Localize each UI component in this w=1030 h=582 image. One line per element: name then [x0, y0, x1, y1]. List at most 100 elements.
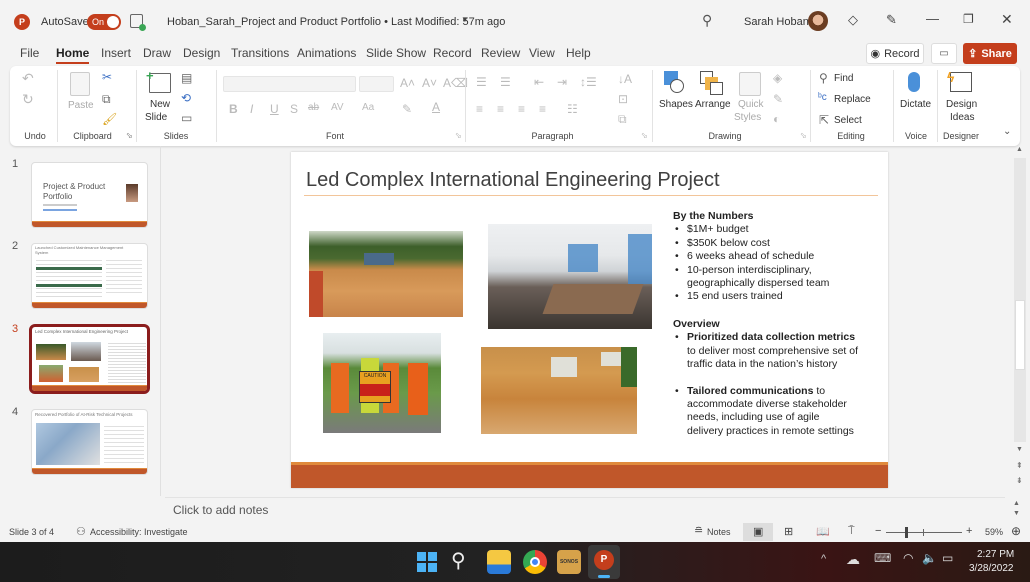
chrome-icon[interactable]: [523, 550, 547, 574]
dialog-launcher-icon[interactable]: ⬂: [126, 131, 133, 140]
tab-slide-show[interactable]: Slide Show: [366, 46, 426, 60]
pen-sparkle-icon[interactable]: ✎: [886, 12, 897, 28]
zoom-slider-thumb[interactable]: [905, 527, 909, 538]
shape-outline-icon[interactable]: ✎: [773, 92, 783, 106]
save-icon[interactable]: [130, 14, 146, 31]
align-center-icon[interactable]: ≡: [497, 102, 504, 116]
shapes-icon[interactable]: [664, 71, 686, 95]
shape-fill-icon[interactable]: ◈: [773, 71, 782, 85]
scroll-down-icon[interactable]: ▼: [1016, 446, 1023, 453]
dialog-launcher-icon[interactable]: ⬂: [641, 131, 648, 140]
decrease-indent-icon[interactable]: ⇤: [534, 75, 544, 89]
new-slide-icon[interactable]: +: [146, 68, 171, 93]
restore-icon[interactable]: ❐: [963, 12, 974, 26]
align-text-icon[interactable]: ⊡: [618, 92, 628, 106]
zoom-in-button[interactable]: +: [966, 525, 972, 537]
avatar[interactable]: [808, 11, 828, 31]
highlight-icon[interactable]: ✎: [402, 102, 412, 116]
photo-team-caution-sign[interactable]: CAUTION: [323, 333, 441, 433]
tab-transitions[interactable]: Transitions: [231, 46, 289, 60]
volume-icon[interactable]: 🔈: [922, 551, 937, 565]
document-title[interactable]: Hoban_Sarah_Project and Product Portfoli…: [167, 16, 505, 28]
layout-icon[interactable]: ▤: [181, 71, 192, 85]
collapse-ribbon-icon[interactable]: ⌄: [1003, 126, 1011, 137]
comments-button[interactable]: ▭: [931, 43, 957, 64]
italic-button[interactable]: I: [250, 102, 253, 116]
line-spacing-icon[interactable]: ↕☰: [580, 75, 597, 89]
sonos-icon[interactable]: SONOS: [557, 550, 581, 574]
bold-button[interactable]: B: [229, 102, 238, 116]
slide-title[interactable]: Led Complex International Engineering Pr…: [306, 169, 720, 192]
cut-icon[interactable]: ✂: [102, 70, 112, 84]
tab-review[interactable]: Review: [481, 46, 520, 60]
tab-help[interactable]: Help: [566, 46, 591, 60]
panel-divider[interactable]: [160, 146, 161, 496]
font-color-icon[interactable]: A: [432, 100, 440, 114]
slide-thumbnail-4[interactable]: Recovered Portfolio of At-Risk Technical…: [31, 409, 148, 475]
arrange-icon[interactable]: [700, 71, 724, 95]
scroll-up-icon[interactable]: ▲: [1016, 146, 1023, 153]
change-case-button[interactable]: Aa: [362, 102, 374, 113]
justify-icon[interactable]: ≡: [539, 102, 546, 116]
align-right-icon[interactable]: ≡: [518, 102, 525, 116]
tab-record[interactable]: Record: [433, 46, 472, 60]
find-icon[interactable]: ⚲: [819, 71, 828, 85]
photo-meeting-room[interactable]: [488, 224, 652, 329]
battery-icon[interactable]: ▭: [942, 551, 953, 565]
section-icon[interactable]: ▭: [181, 111, 192, 125]
file-explorer-icon[interactable]: [487, 550, 511, 574]
notes-scroll-down-icon[interactable]: ▼: [1013, 510, 1020, 517]
character-spacing-button[interactable]: AV: [331, 102, 344, 113]
accessibility-icon[interactable]: ⚇: [76, 525, 86, 538]
font-name-dropdown[interactable]: [223, 76, 356, 92]
paste-icon[interactable]: [70, 72, 90, 96]
increase-font-icon[interactable]: A˄: [400, 76, 415, 90]
slide-thumbnail-1[interactable]: Project & Product Portfolio: [31, 162, 148, 228]
dialog-launcher-icon[interactable]: ⬂: [455, 131, 462, 140]
tab-home[interactable]: Home: [56, 46, 90, 64]
tab-draw[interactable]: Draw: [143, 46, 171, 60]
tab-animations[interactable]: Animations: [297, 46, 356, 60]
zoom-slider[interactable]: [886, 532, 962, 533]
show-hidden-icons[interactable]: ^: [821, 553, 826, 565]
close-icon[interactable]: ✕: [1001, 11, 1013, 28]
reading-view-icon[interactable]: 📖: [816, 525, 830, 538]
select-icon[interactable]: ⇱: [819, 113, 829, 127]
dictate-button[interactable]: Dictate: [900, 99, 931, 110]
tab-view[interactable]: View: [529, 46, 555, 60]
numbering-icon[interactable]: ☰: [500, 75, 511, 89]
notes-placeholder[interactable]: Click to add notes: [173, 503, 268, 517]
normal-view-button[interactable]: ▣: [743, 523, 773, 541]
share-button[interactable]: ⇪ Share: [963, 43, 1017, 64]
tab-design[interactable]: Design: [183, 46, 220, 60]
columns-icon[interactable]: ☷: [567, 102, 578, 116]
text-direction-icon[interactable]: ↓A: [618, 72, 632, 86]
dialog-launcher-icon[interactable]: ⬂: [800, 131, 807, 140]
wifi-icon[interactable]: ◠: [903, 551, 913, 565]
find-button[interactable]: Find: [834, 73, 853, 84]
slide-thumbnail-2[interactable]: Launched Customized Maintenance Manageme…: [31, 243, 148, 309]
zoom-out-button[interactable]: −: [875, 525, 881, 537]
paste-button[interactable]: Paste: [68, 100, 94, 111]
record-button[interactable]: ◉ Record: [866, 43, 924, 64]
strikethrough-button[interactable]: ab: [308, 102, 319, 113]
vertical-scrollbar[interactable]: ▲ ▼ ⇞ ⇟: [1013, 146, 1027, 496]
search-icon[interactable]: ⚲: [702, 12, 712, 29]
onedrive-icon[interactable]: ☁: [846, 551, 860, 568]
next-slide-icon[interactable]: ⇟: [1016, 476, 1023, 485]
search-icon[interactable]: ⚲: [451, 548, 466, 573]
fit-to-window-icon[interactable]: ⊕: [1011, 524, 1021, 538]
clock-date[interactable]: 3/28/2022: [969, 563, 1014, 574]
design-ideas-button[interactable]: Ideas: [950, 112, 974, 123]
font-size-dropdown[interactable]: [359, 76, 394, 92]
previous-slide-icon[interactable]: ⇞: [1016, 461, 1023, 470]
diamond-icon[interactable]: ◇: [848, 12, 858, 28]
accessibility-status[interactable]: Accessibility: Investigate: [90, 527, 188, 537]
bullets-icon[interactable]: ☰: [476, 75, 487, 89]
shadow-button[interactable]: S: [290, 102, 298, 116]
notes-toggle-icon[interactable]: ≘: [694, 524, 703, 537]
tab-insert[interactable]: Insert: [101, 46, 131, 60]
design-ideas-icon[interactable]: ϟ: [947, 69, 972, 92]
minimize-icon[interactable]: —: [926, 11, 939, 26]
autosave-toggle[interactable]: On: [87, 14, 121, 30]
